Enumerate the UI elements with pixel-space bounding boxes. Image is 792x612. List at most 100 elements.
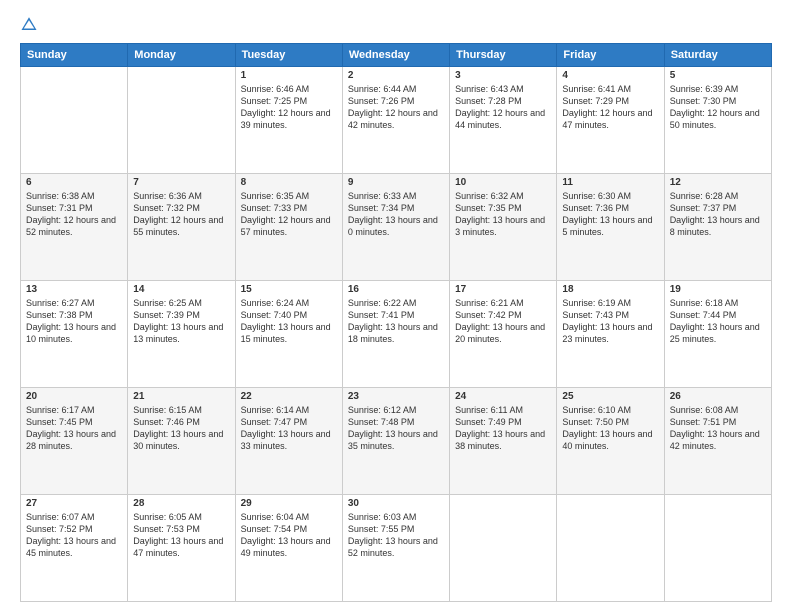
day-number: 26	[670, 391, 766, 402]
sunset-text: Sunset: 7:54 PM	[241, 524, 308, 534]
day-info: Sunrise: 6:19 AM Sunset: 7:43 PM Dayligh…	[562, 297, 658, 346]
table-row: 4 Sunrise: 6:41 AM Sunset: 7:29 PM Dayli…	[557, 67, 664, 174]
sunset-text: Sunset: 7:41 PM	[348, 310, 415, 320]
sunrise-text: Sunrise: 6:03 AM	[348, 512, 417, 522]
col-thursday: Thursday	[450, 44, 557, 67]
day-info: Sunrise: 6:38 AM Sunset: 7:31 PM Dayligh…	[26, 190, 122, 239]
sunset-text: Sunset: 7:44 PM	[670, 310, 737, 320]
table-row: 20 Sunrise: 6:17 AM Sunset: 7:45 PM Dayl…	[21, 388, 128, 495]
sunset-text: Sunset: 7:25 PM	[241, 96, 308, 106]
table-row: 30 Sunrise: 6:03 AM Sunset: 7:55 PM Dayl…	[342, 495, 449, 602]
daylight-text: Daylight: 13 hours and 30 minutes.	[133, 429, 223, 451]
sunrise-text: Sunrise: 6:07 AM	[26, 512, 95, 522]
col-saturday: Saturday	[664, 44, 771, 67]
day-info: Sunrise: 6:14 AM Sunset: 7:47 PM Dayligh…	[241, 404, 337, 453]
daylight-text: Daylight: 13 hours and 42 minutes.	[670, 429, 760, 451]
table-row: 3 Sunrise: 6:43 AM Sunset: 7:28 PM Dayli…	[450, 67, 557, 174]
day-info: Sunrise: 6:11 AM Sunset: 7:49 PM Dayligh…	[455, 404, 551, 453]
day-info: Sunrise: 6:10 AM Sunset: 7:50 PM Dayligh…	[562, 404, 658, 453]
daylight-text: Daylight: 13 hours and 23 minutes.	[562, 322, 652, 344]
sunset-text: Sunset: 7:31 PM	[26, 203, 93, 213]
sunrise-text: Sunrise: 6:41 AM	[562, 84, 631, 94]
table-row: 15 Sunrise: 6:24 AM Sunset: 7:40 PM Dayl…	[235, 281, 342, 388]
sunrise-text: Sunrise: 6:24 AM	[241, 298, 310, 308]
day-number: 15	[241, 284, 337, 295]
day-number: 7	[133, 177, 229, 188]
day-number: 23	[348, 391, 444, 402]
table-row: 11 Sunrise: 6:30 AM Sunset: 7:36 PM Dayl…	[557, 174, 664, 281]
col-monday: Monday	[128, 44, 235, 67]
daylight-text: Daylight: 13 hours and 20 minutes.	[455, 322, 545, 344]
sunset-text: Sunset: 7:49 PM	[455, 417, 522, 427]
day-info: Sunrise: 6:15 AM Sunset: 7:46 PM Dayligh…	[133, 404, 229, 453]
table-row: 13 Sunrise: 6:27 AM Sunset: 7:38 PM Dayl…	[21, 281, 128, 388]
table-row: 19 Sunrise: 6:18 AM Sunset: 7:44 PM Dayl…	[664, 281, 771, 388]
sunrise-text: Sunrise: 6:28 AM	[670, 191, 739, 201]
table-row: 7 Sunrise: 6:36 AM Sunset: 7:32 PM Dayli…	[128, 174, 235, 281]
table-row: 1 Sunrise: 6:46 AM Sunset: 7:25 PM Dayli…	[235, 67, 342, 174]
sunrise-text: Sunrise: 6:27 AM	[26, 298, 95, 308]
sunset-text: Sunset: 7:33 PM	[241, 203, 308, 213]
sunrise-text: Sunrise: 6:05 AM	[133, 512, 202, 522]
daylight-text: Daylight: 13 hours and 52 minutes.	[348, 536, 438, 558]
day-info: Sunrise: 6:24 AM Sunset: 7:40 PM Dayligh…	[241, 297, 337, 346]
day-info: Sunrise: 6:46 AM Sunset: 7:25 PM Dayligh…	[241, 83, 337, 132]
sunrise-text: Sunrise: 6:43 AM	[455, 84, 524, 94]
day-number: 20	[26, 391, 122, 402]
sunrise-text: Sunrise: 6:17 AM	[26, 405, 95, 415]
table-row: 10 Sunrise: 6:32 AM Sunset: 7:35 PM Dayl…	[450, 174, 557, 281]
daylight-text: Daylight: 13 hours and 35 minutes.	[348, 429, 438, 451]
daylight-text: Daylight: 13 hours and 8 minutes.	[670, 215, 760, 237]
day-number: 16	[348, 284, 444, 295]
table-row: 24 Sunrise: 6:11 AM Sunset: 7:49 PM Dayl…	[450, 388, 557, 495]
sunset-text: Sunset: 7:50 PM	[562, 417, 629, 427]
sunset-text: Sunset: 7:51 PM	[670, 417, 737, 427]
daylight-text: Daylight: 13 hours and 10 minutes.	[26, 322, 116, 344]
table-row: 2 Sunrise: 6:44 AM Sunset: 7:26 PM Dayli…	[342, 67, 449, 174]
daylight-text: Daylight: 13 hours and 33 minutes.	[241, 429, 331, 451]
day-info: Sunrise: 6:41 AM Sunset: 7:29 PM Dayligh…	[562, 83, 658, 132]
day-info: Sunrise: 6:21 AM Sunset: 7:42 PM Dayligh…	[455, 297, 551, 346]
daylight-text: Daylight: 13 hours and 47 minutes.	[133, 536, 223, 558]
col-friday: Friday	[557, 44, 664, 67]
sunset-text: Sunset: 7:52 PM	[26, 524, 93, 534]
day-number: 4	[562, 70, 658, 81]
daylight-text: Daylight: 13 hours and 5 minutes.	[562, 215, 652, 237]
table-row: 22 Sunrise: 6:14 AM Sunset: 7:47 PM Dayl…	[235, 388, 342, 495]
table-row: 8 Sunrise: 6:35 AM Sunset: 7:33 PM Dayli…	[235, 174, 342, 281]
table-row	[21, 67, 128, 174]
daylight-text: Daylight: 13 hours and 45 minutes.	[26, 536, 116, 558]
day-info: Sunrise: 6:12 AM Sunset: 7:48 PM Dayligh…	[348, 404, 444, 453]
calendar-week-2: 6 Sunrise: 6:38 AM Sunset: 7:31 PM Dayli…	[21, 174, 772, 281]
day-info: Sunrise: 6:22 AM Sunset: 7:41 PM Dayligh…	[348, 297, 444, 346]
calendar-week-4: 20 Sunrise: 6:17 AM Sunset: 7:45 PM Dayl…	[21, 388, 772, 495]
sunrise-text: Sunrise: 6:08 AM	[670, 405, 739, 415]
table-row: 16 Sunrise: 6:22 AM Sunset: 7:41 PM Dayl…	[342, 281, 449, 388]
table-row	[128, 67, 235, 174]
table-row: 12 Sunrise: 6:28 AM Sunset: 7:37 PM Dayl…	[664, 174, 771, 281]
sunset-text: Sunset: 7:30 PM	[670, 96, 737, 106]
sunrise-text: Sunrise: 6:19 AM	[562, 298, 631, 308]
table-row: 26 Sunrise: 6:08 AM Sunset: 7:51 PM Dayl…	[664, 388, 771, 495]
logo-icon	[20, 15, 38, 33]
table-row: 6 Sunrise: 6:38 AM Sunset: 7:31 PM Dayli…	[21, 174, 128, 281]
daylight-text: Daylight: 12 hours and 55 minutes.	[133, 215, 223, 237]
day-info: Sunrise: 6:25 AM Sunset: 7:39 PM Dayligh…	[133, 297, 229, 346]
col-tuesday: Tuesday	[235, 44, 342, 67]
calendar-week-3: 13 Sunrise: 6:27 AM Sunset: 7:38 PM Dayl…	[21, 281, 772, 388]
day-number: 28	[133, 498, 229, 509]
table-row: 25 Sunrise: 6:10 AM Sunset: 7:50 PM Dayl…	[557, 388, 664, 495]
daylight-text: Daylight: 12 hours and 39 minutes.	[241, 108, 331, 130]
sunrise-text: Sunrise: 6:44 AM	[348, 84, 417, 94]
sunrise-text: Sunrise: 6:11 AM	[455, 405, 523, 415]
day-info: Sunrise: 6:39 AM Sunset: 7:30 PM Dayligh…	[670, 83, 766, 132]
day-number: 19	[670, 284, 766, 295]
day-number: 24	[455, 391, 551, 402]
sunset-text: Sunset: 7:40 PM	[241, 310, 308, 320]
daylight-text: Daylight: 13 hours and 15 minutes.	[241, 322, 331, 344]
sunrise-text: Sunrise: 6:33 AM	[348, 191, 417, 201]
calendar-week-1: 1 Sunrise: 6:46 AM Sunset: 7:25 PM Dayli…	[21, 67, 772, 174]
sunset-text: Sunset: 7:42 PM	[455, 310, 522, 320]
day-number: 17	[455, 284, 551, 295]
day-info: Sunrise: 6:32 AM Sunset: 7:35 PM Dayligh…	[455, 190, 551, 239]
